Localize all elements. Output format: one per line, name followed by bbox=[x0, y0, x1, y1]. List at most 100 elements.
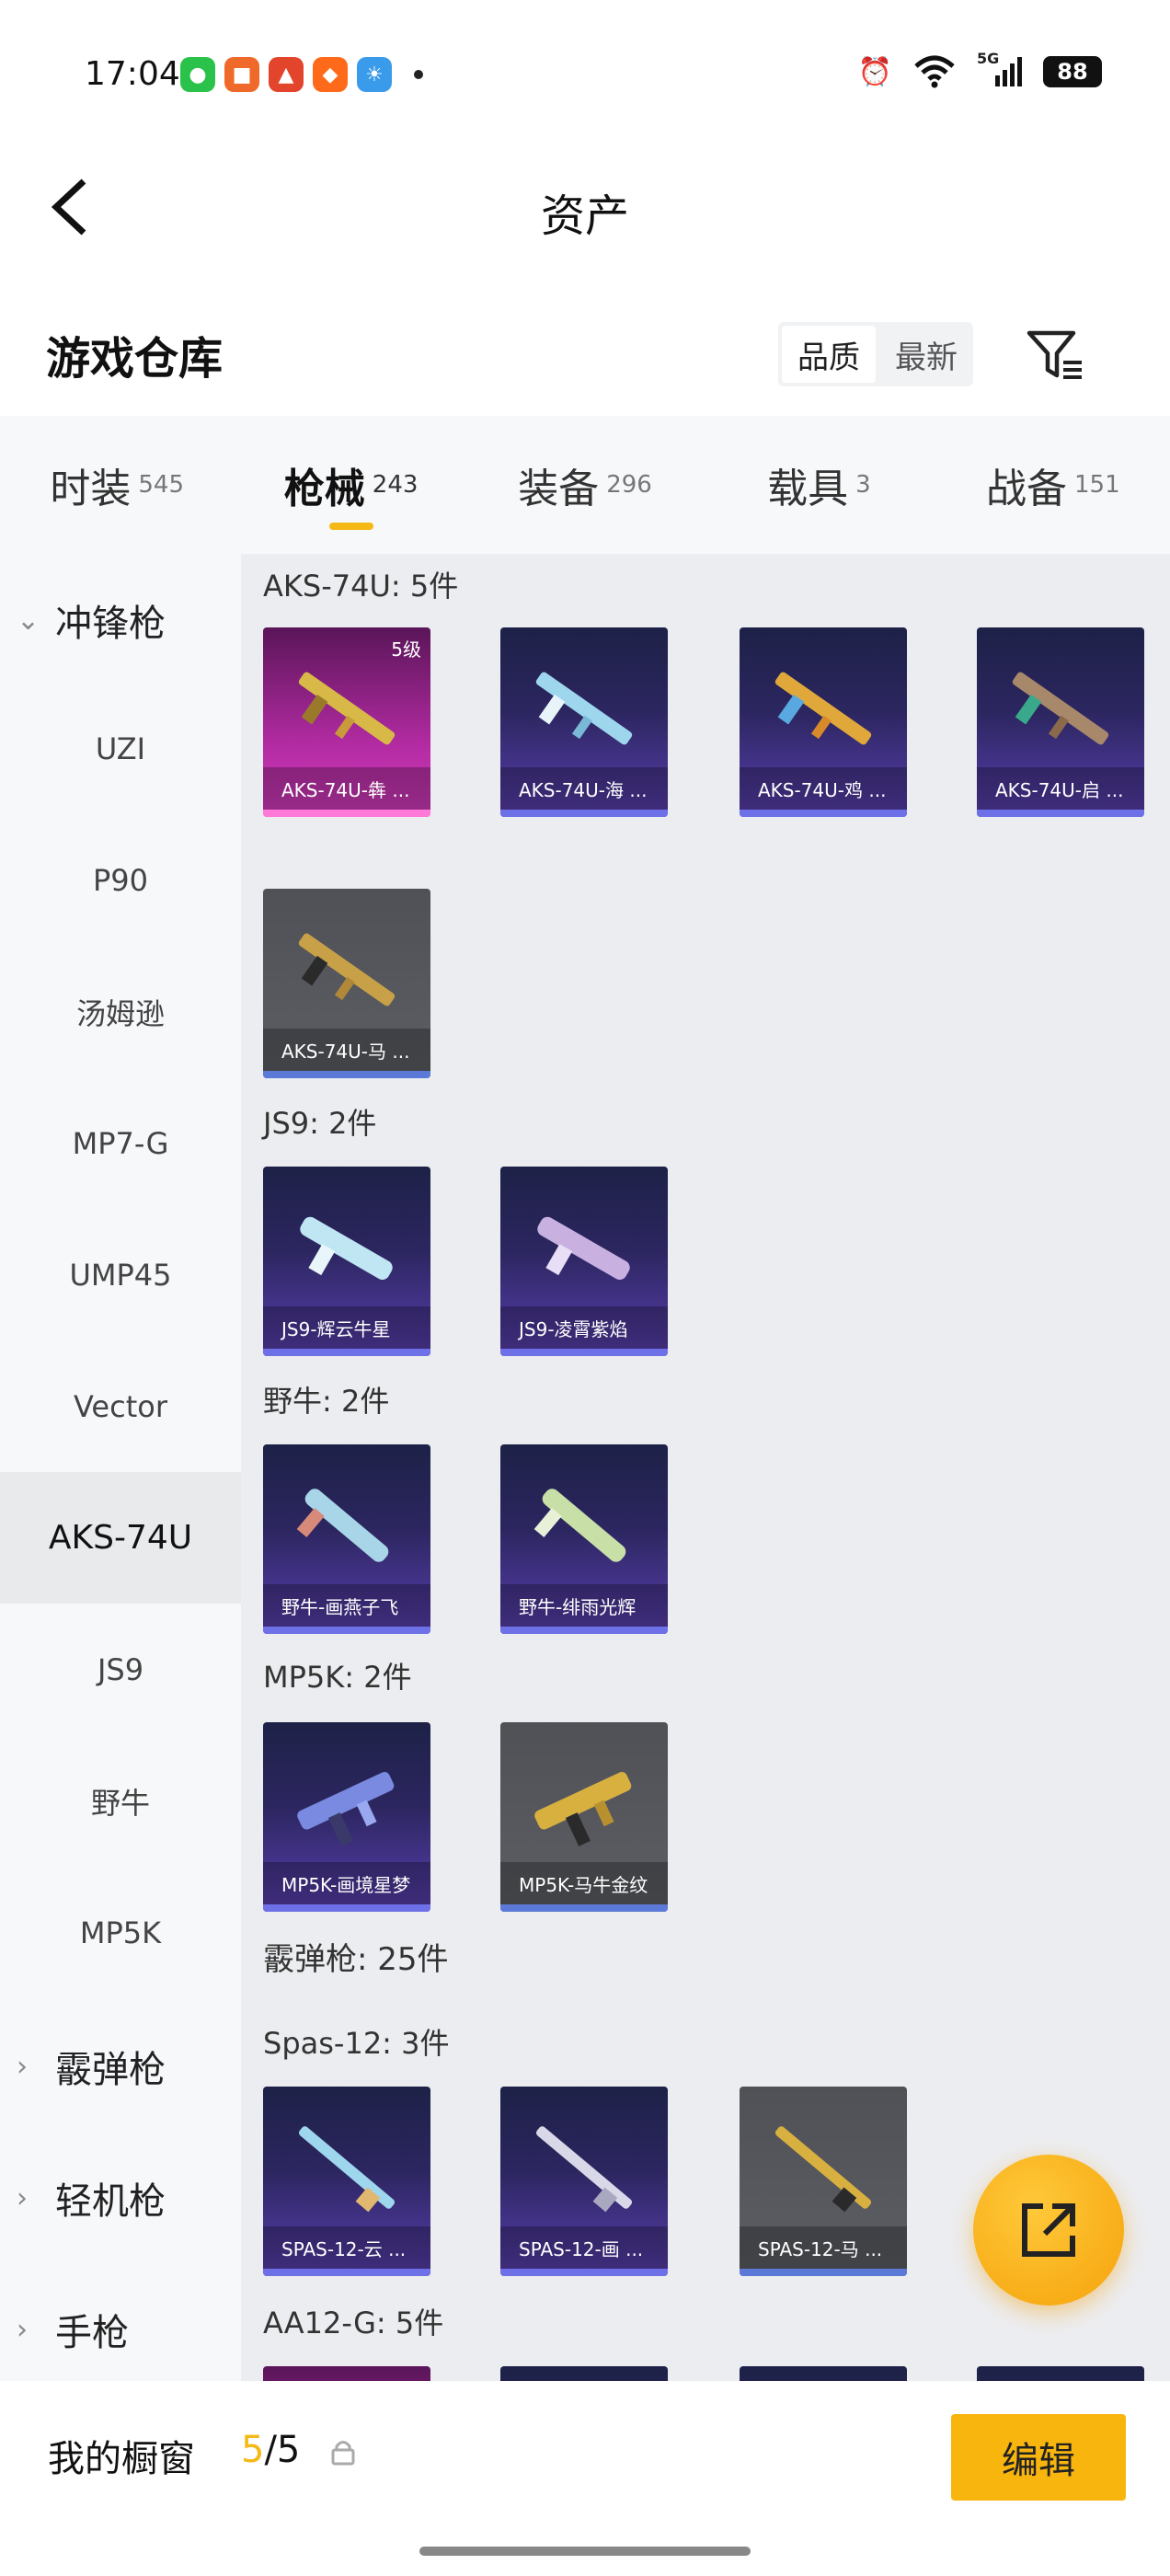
sidebar-item-aks74u[interactable]: AKS-74U bbox=[0, 1472, 241, 1604]
weapon-card[interactable]: MP5K-画境星梦 bbox=[263, 1722, 430, 1912]
weapon-name: AKS-74U-马 ... bbox=[263, 1029, 430, 1071]
tab-label: 装备 bbox=[518, 466, 600, 512]
weapon-card[interactable]: JS9-凌霄紫焰 bbox=[500, 1167, 668, 1356]
shotgun-icon bbox=[535, 2126, 633, 2213]
sidebar-group-lmg[interactable]: › 轻机枪 bbox=[17, 2152, 237, 2244]
share-button[interactable] bbox=[973, 2155, 1124, 2306]
smg-icon bbox=[534, 1772, 632, 1846]
weapon-card[interactable]: AKS-74U-海 ... bbox=[500, 627, 668, 817]
weapon-card[interactable]: SPAS-12-云 ... bbox=[263, 2087, 430, 2276]
weapon-name: MP5K-画境星梦 bbox=[263, 1862, 430, 1904]
shotgun-icon bbox=[774, 2126, 872, 2213]
weapon-card[interactable]: AKS-74U-启 ... bbox=[977, 627, 1144, 817]
sort-newest-button[interactable]: 最新 bbox=[879, 322, 973, 386]
tab-weapons[interactable]: 枪械 243 bbox=[234, 416, 467, 554]
tab-vehicles[interactable]: 载具 3 bbox=[702, 416, 935, 554]
rarity-bar bbox=[740, 2269, 907, 2276]
sidebar-item-thompson[interactable]: 汤姆逊 bbox=[0, 946, 241, 1077]
tab-label: 枪械 bbox=[283, 466, 365, 512]
category-title: 霰弹枪: 25件 bbox=[263, 1941, 449, 1978]
sidebar-group-pistol[interactable]: › 手枪 bbox=[17, 2283, 237, 2375]
shotgun-icon bbox=[298, 2126, 396, 2213]
rarity-bar bbox=[263, 2269, 430, 2276]
rifle-icon bbox=[298, 672, 396, 745]
active-tab-indicator bbox=[328, 523, 373, 530]
sidebar-group-label: 冲锋枪 bbox=[55, 603, 166, 645]
weapon-card[interactable]: JS9-辉云牛星 bbox=[263, 1167, 430, 1356]
rarity-bar bbox=[977, 810, 1144, 817]
tab-count: 243 bbox=[372, 471, 419, 499]
weapon-card[interactable]: MP5K-马牛金纹 bbox=[500, 1722, 668, 1912]
sidebar-item-js9[interactable]: JS9 bbox=[0, 1604, 241, 1735]
sidebar-group-label: 霰弹枪 bbox=[55, 2049, 166, 2091]
rarity-bar bbox=[500, 2269, 668, 2276]
alarm-icon: ⏰ bbox=[857, 55, 892, 88]
tab-count: 296 bbox=[606, 471, 652, 499]
weapon-name: AKS-74U-鸡 ... bbox=[740, 767, 907, 810]
more-dot-icon bbox=[414, 70, 423, 79]
showcase-label: 我的橱窗 bbox=[48, 2438, 195, 2480]
sidebar-item-ump45[interactable]: UMP45 bbox=[0, 1209, 241, 1340]
notification-icons: ● ■ ▲ ◆ ☀ bbox=[180, 57, 423, 92]
edit-button[interactable]: 编辑 bbox=[951, 2414, 1126, 2501]
lock-icon bbox=[331, 2441, 355, 2466]
weapon-card[interactable]: SPAS-12-画 ... bbox=[500, 2087, 668, 2276]
tab-count: 151 bbox=[1074, 471, 1120, 499]
sidebar-item-uzi[interactable]: UZI bbox=[0, 683, 241, 814]
smg-icon bbox=[296, 1489, 389, 1562]
weather-icon: ☀ bbox=[357, 57, 392, 92]
rarity-bar bbox=[740, 810, 907, 817]
section-title: JS9: 2件 bbox=[263, 1106, 377, 1141]
smg-icon bbox=[537, 1216, 630, 1280]
sidebar-group-label: 手枪 bbox=[55, 2312, 129, 2354]
sidebar-group-shotgun[interactable]: › 霰弹枪 bbox=[17, 2020, 237, 2112]
weapon-card[interactable]: 野牛-画燕子飞 bbox=[263, 1444, 430, 1634]
rifle-icon bbox=[298, 933, 396, 1006]
tab-equipment[interactable]: 装备 296 bbox=[468, 416, 702, 554]
home-indicator[interactable] bbox=[419, 2547, 751, 2556]
sort-toggle: 品质 最新 bbox=[778, 322, 973, 386]
sort-quality-button[interactable]: 品质 bbox=[782, 326, 876, 383]
category-tabs: 时装 545 枪械 243 装备 296 载具 3 战备 151 bbox=[0, 416, 1170, 554]
sidebar-group-label: 轻机枪 bbox=[55, 2180, 166, 2223]
app-icon: ◆ bbox=[313, 57, 348, 92]
section-title: AKS-74U: 5件 bbox=[263, 569, 459, 604]
tab-label: 战备 bbox=[986, 466, 1067, 512]
weapon-name: SPAS-12-云 ... bbox=[263, 2226, 430, 2269]
nav-bar: 资产 bbox=[0, 147, 1170, 267]
rifle-icon bbox=[774, 672, 872, 745]
smg-icon bbox=[300, 1216, 393, 1280]
status-right: ⏰ 5G 88 bbox=[857, 50, 1102, 88]
weapon-card[interactable]: AKS-74U-马 ... bbox=[263, 889, 430, 1078]
sidebar-item-mp5k[interactable]: MP5K bbox=[0, 1867, 241, 1998]
game-icon: ■ bbox=[224, 57, 259, 92]
tab-label: 载具 bbox=[767, 466, 849, 512]
rarity-bar bbox=[263, 810, 430, 817]
weapon-grid: AKS-74U: 5件 5级 AKS-74U-犇 ... AKS-74U-海 .… bbox=[241, 554, 1170, 2394]
wifi-icon bbox=[914, 55, 955, 88]
wechat-icon: ● bbox=[180, 57, 215, 92]
sidebar-group-smg[interactable]: ⌄ 冲锋枪 bbox=[17, 574, 237, 666]
weapon-card[interactable]: 野牛-绯雨光辉 bbox=[500, 1444, 668, 1634]
rarity-bar bbox=[500, 1349, 668, 1356]
weapon-card[interactable]: AKS-74U-鸡 ... bbox=[740, 627, 907, 817]
weapon-name: JS9-凌霄紫焰 bbox=[500, 1306, 668, 1349]
rarity-bar bbox=[500, 1904, 668, 1912]
sidebar-item-p90[interactable]: P90 bbox=[0, 814, 241, 946]
sidebar-item-vector[interactable]: Vector bbox=[0, 1340, 241, 1472]
sidebar-item-mp7g[interactable]: MP7-G bbox=[0, 1077, 241, 1209]
rarity-bar bbox=[500, 810, 668, 817]
showcase-count-total: /5 bbox=[264, 2429, 301, 2471]
showcase-bar: 我的橱窗 5/5 编辑 bbox=[0, 2381, 1170, 2528]
filter-button[interactable] bbox=[1023, 324, 1087, 388]
weapon-card[interactable]: 5级 AKS-74U-犇 ... bbox=[263, 627, 430, 817]
filter-icon bbox=[1027, 330, 1082, 379]
tab-supplies[interactable]: 战备 151 bbox=[936, 416, 1170, 554]
weapon-name: JS9-辉云牛星 bbox=[263, 1306, 430, 1349]
weapon-card[interactable]: SPAS-12-马 ... bbox=[740, 2087, 907, 2276]
rifle-icon bbox=[1012, 672, 1109, 745]
tab-fashion[interactable]: 时装 545 bbox=[0, 416, 234, 554]
battery-indicator: 88 bbox=[1043, 56, 1102, 87]
chevron-right-icon: › bbox=[17, 2313, 28, 2346]
sidebar-item-bison[interactable]: 野牛 bbox=[0, 1735, 241, 1867]
